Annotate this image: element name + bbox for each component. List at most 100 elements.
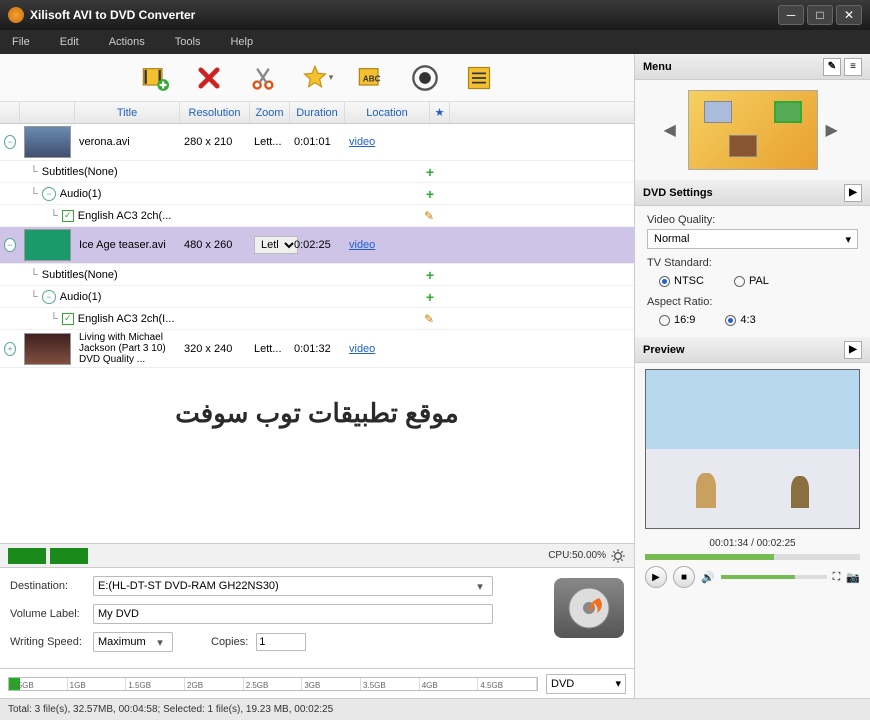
add-subtitle-icon[interactable]: + [426, 164, 434, 180]
volume-icon[interactable]: 🔊 [701, 571, 715, 584]
pal-radio[interactable]: PAL [734, 275, 769, 287]
maximize-button[interactable]: □ [807, 5, 833, 25]
file-table-header: Title Resolution Zoom Duration Location … [0, 102, 634, 124]
col-zoom[interactable]: Zoom [250, 102, 290, 123]
speed-label: Writing Speed: [10, 636, 85, 648]
col-location[interactable]: Location [345, 102, 430, 123]
subtitles-row[interactable]: └Subtitles(None)+ [0, 161, 634, 183]
track-checkbox[interactable]: ✓ [62, 313, 74, 325]
size-meter: 0.5GB1GB1.5GB2GB2.5GB3GB3.5GB4GB4.5GB [8, 677, 538, 691]
file-row[interactable]: − Ice Age teaser.avi 480 x 260 Letl 0:02… [0, 227, 634, 264]
size-tick: 1GB [68, 678, 127, 690]
size-tick: 3GB [302, 678, 361, 690]
thumbnail [24, 126, 71, 158]
size-tick: 0.5GB [9, 678, 68, 690]
menu-template-thumbnail[interactable] [688, 90, 818, 170]
track-checkbox[interactable]: ✓ [62, 210, 74, 222]
chevron-down-icon[interactable]: ▾ [845, 233, 851, 246]
file-zoom: Lett... [250, 341, 290, 357]
effects-button[interactable]: ▾ [300, 61, 334, 95]
chevron-down-icon[interactable]: ▾ [472, 580, 488, 593]
prev-template-button[interactable]: ◀ [664, 120, 680, 140]
ntsc-radio[interactable]: NTSC [659, 275, 704, 287]
minimize-button[interactable]: ─ [778, 5, 804, 25]
destination-select[interactable]: E:(HL-DT-ST DVD-RAM GH22NS30)▾ [93, 576, 493, 596]
expand-settings-button[interactable]: ▶ [844, 184, 862, 202]
app-title: Xilisoft AVI to DVD Converter [30, 8, 775, 22]
list-button[interactable] [462, 61, 496, 95]
aspect-43-radio[interactable]: 4:3 [725, 314, 755, 326]
add-video-button[interactable] [138, 61, 172, 95]
quality-select[interactable]: Normal▾ [647, 229, 858, 249]
col-star[interactable]: ★ [430, 102, 450, 123]
add-audio-icon[interactable]: + [426, 186, 434, 202]
burn-button[interactable] [554, 578, 624, 638]
stop-button[interactable]: ■ [673, 566, 695, 588]
menu-bar: File Edit Actions Tools Help [0, 30, 870, 54]
aspect-169-radio[interactable]: 16:9 [659, 314, 695, 326]
expand-button[interactable]: + [4, 342, 16, 356]
size-meter-panel: 0.5GB1GB1.5GB2GB2.5GB3GB3.5GB4GB4.5GB DV… [0, 668, 634, 698]
record-button[interactable] [408, 61, 442, 95]
play-button[interactable]: ▶ [645, 566, 667, 588]
add-subtitle-icon[interactable]: + [426, 267, 434, 283]
expand-button[interactable]: − [4, 135, 16, 149]
chevron-down-icon[interactable]: ▾ [615, 677, 621, 690]
expand-button[interactable]: − [4, 238, 16, 252]
expand-audio-button[interactable]: − [42, 290, 56, 304]
edit-menu-button[interactable]: ✎ [823, 58, 841, 76]
file-list: − verona.avi 280 x 210 Lett... 0:01:01 v… [0, 124, 634, 543]
file-zoom: Lett... [250, 134, 290, 150]
preview-controls: ▶ ■ 🔊 ⛶ 📷 [635, 562, 870, 592]
menu-edit[interactable]: Edit [60, 36, 79, 48]
cut-button[interactable] [246, 61, 280, 95]
menu-tools[interactable]: Tools [175, 36, 201, 48]
file-row[interactable]: − verona.avi 280 x 210 Lett... 0:01:01 v… [0, 124, 634, 161]
location-link[interactable]: video [349, 343, 375, 355]
audio-track-row[interactable]: └✓English AC3 2ch(I...✎ [0, 308, 634, 330]
menu-actions[interactable]: Actions [109, 36, 145, 48]
size-tick: 1.5GB [126, 678, 185, 690]
col-duration[interactable]: Duration [290, 102, 345, 123]
next-template-button[interactable]: ▶ [826, 120, 842, 140]
edit-track-icon[interactable]: ✎ [424, 209, 434, 223]
add-audio-icon[interactable]: + [426, 289, 434, 305]
menu-help[interactable]: Help [230, 36, 253, 48]
snapshot-icon[interactable]: 📷 [846, 571, 860, 584]
location-link[interactable]: video [349, 239, 375, 251]
gear-icon[interactable] [610, 548, 626, 564]
subtitles-row[interactable]: └Subtitles(None)+ [0, 264, 634, 286]
destination-panel: Destination: E:(HL-DT-ST DVD-RAM GH22NS3… [0, 567, 634, 668]
fullscreen-icon[interactable]: ⛶ [833, 571, 841, 584]
audio-row[interactable]: └−Audio(1)+ [0, 183, 634, 205]
preview-panel-header: Preview ▶ [635, 337, 870, 363]
menu-file[interactable]: File [12, 36, 30, 48]
audio-track-row[interactable]: └✓English AC3 2ch(...✎ [0, 205, 634, 227]
file-duration: 0:02:25 [290, 237, 345, 253]
preview-progress[interactable] [645, 554, 860, 560]
location-link[interactable]: video [349, 136, 375, 148]
delete-button[interactable] [192, 61, 226, 95]
volume-slider[interactable] [721, 575, 827, 579]
expand-audio-button[interactable]: − [42, 187, 56, 201]
expand-preview-button[interactable]: ▶ [844, 341, 862, 359]
subtitle-button[interactable]: ABC [354, 61, 388, 95]
size-tick: 4GB [420, 678, 479, 690]
edit-track-icon[interactable]: ✎ [424, 312, 434, 326]
audio-row[interactable]: └−Audio(1)+ [0, 286, 634, 308]
file-row[interactable]: + Living with Michael Jackson (Part 3 10… [0, 330, 634, 368]
chevron-down-icon[interactable]: ▾ [152, 636, 168, 649]
speed-select[interactable]: Maximum▾ [93, 632, 173, 652]
preview-video[interactable] [645, 369, 860, 529]
dvd-type-select[interactable]: DVD▾ [546, 674, 626, 694]
copies-label: Copies: [211, 636, 248, 648]
copies-input[interactable] [256, 633, 306, 651]
col-resolution[interactable]: Resolution [180, 102, 250, 123]
volume-input[interactable]: My DVD [93, 604, 493, 624]
col-title[interactable]: Title [75, 102, 180, 123]
menu-preview: ◀ ▶ [635, 80, 870, 180]
menu-list-button[interactable]: ≡ [844, 58, 862, 76]
close-button[interactable]: ✕ [836, 5, 862, 25]
file-resolution: 280 x 210 [180, 134, 250, 150]
dvd-settings: Video Quality: Normal▾ TV Standard: NTSC… [635, 206, 870, 337]
